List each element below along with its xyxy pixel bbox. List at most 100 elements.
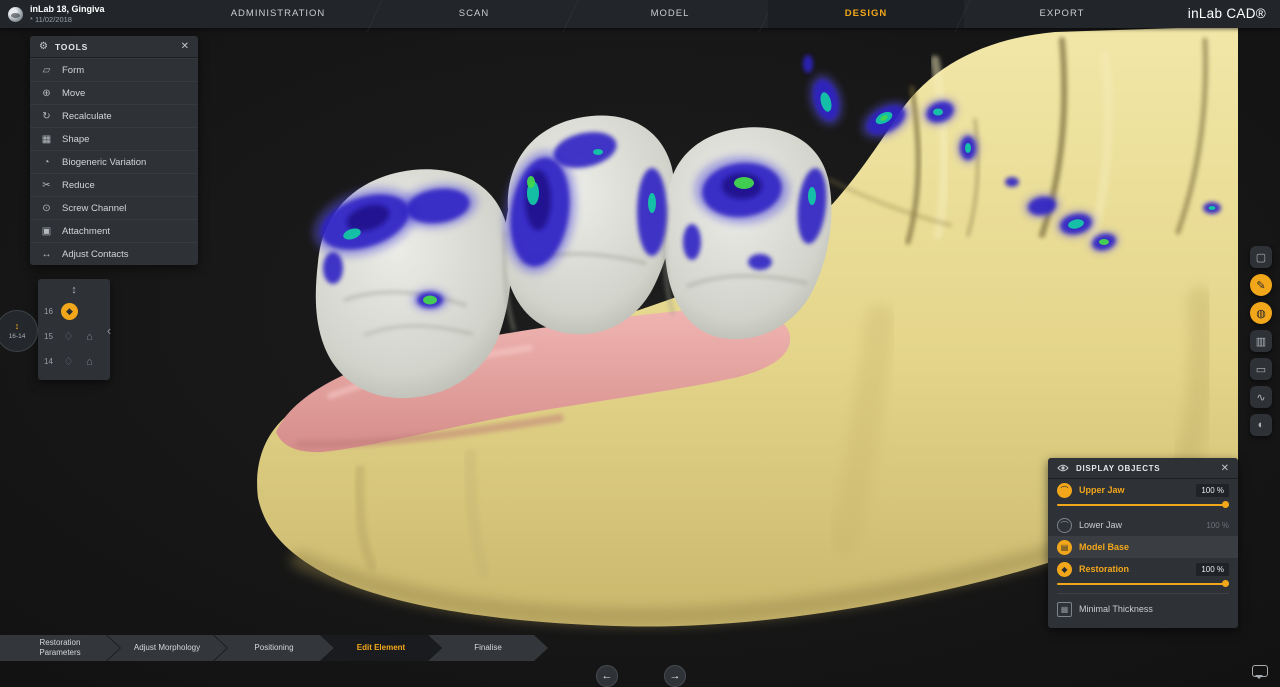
divider xyxy=(1057,593,1229,594)
lower-jaw-opacity-value: 100 % xyxy=(1206,521,1229,530)
tool-item-biogeneric-variation[interactable]: ◔ Biogeneric Variation xyxy=(30,150,198,173)
wrench-icon: ⚙ xyxy=(39,41,48,52)
tooth-number-15: 15 xyxy=(44,332,55,341)
display-row-lower-jaw[interactable]: ⌒ Lower Jaw 100 % xyxy=(1048,514,1238,536)
tools-close-icon[interactable]: ✕ xyxy=(181,41,189,52)
phase-finalise[interactable]: Finalise xyxy=(428,635,548,661)
restoration-opacity-value: 100 % xyxy=(1196,563,1229,576)
app-logo-icon xyxy=(8,7,23,22)
tool-item-recalculate[interactable]: ↻ Recalculate xyxy=(30,104,198,127)
tab-design[interactable]: DESIGN xyxy=(768,0,964,28)
tool-item-adjust-contacts[interactable]: ↔ Adjust Contacts xyxy=(30,242,198,265)
display-objects-close-icon[interactable]: ✕ xyxy=(1221,463,1229,474)
pencil-icon: ✎ xyxy=(1256,279,1265,292)
curve-icon: ∿ xyxy=(1256,391,1265,404)
analysis-tool-button[interactable]: ◍ xyxy=(1250,302,1272,324)
shading-button[interactable]: ◐ xyxy=(1250,414,1272,436)
display-objects-header: DISPLAY OBJECTS ✕ xyxy=(1048,458,1238,479)
upper-jaw-icon: ⌒ xyxy=(1057,483,1072,498)
lower-jaw-icon: ⌒ xyxy=(1057,518,1072,533)
restoration-icon: ◆ xyxy=(1057,562,1072,577)
tool-item-shape[interactable]: ▦ Shape xyxy=(30,127,198,150)
arrow-right-icon: → xyxy=(670,670,681,682)
form-icon: ▱ xyxy=(40,65,53,76)
edit-tool-button[interactable]: ✎ xyxy=(1250,274,1272,296)
app-root: inLab 18, Gingiva * 11/02/2018 ADMINISTR… xyxy=(0,0,1280,687)
tool-item-reduce[interactable]: ✂ Reduce xyxy=(30,173,198,196)
minimal-thickness-icon: ▦ xyxy=(1057,602,1072,617)
tooth-row-14: 14 ♢ ⌂ xyxy=(44,349,104,374)
recalculate-icon: ↻ xyxy=(40,111,53,122)
tool-item-move[interactable]: ⊕ Move xyxy=(30,81,198,104)
adjust-contacts-icon: ↔ xyxy=(40,249,53,260)
phase-adjust-morphology[interactable]: Adjust Morphology xyxy=(107,635,227,661)
restoration-opacity-slider[interactable] xyxy=(1057,580,1229,588)
tab-administration[interactable]: ADMINISTRATION xyxy=(180,0,376,28)
tab-export[interactable]: EXPORT xyxy=(964,0,1160,28)
view-tool-button[interactable]: ▢ xyxy=(1250,246,1272,268)
tooth-row-15: 15 ♢ ⌂ xyxy=(44,324,104,349)
tool-item-screw-channel[interactable]: ⊙ Screw Channel xyxy=(30,196,198,219)
phase-bar: Restoration Parameters Adjust Morphology… xyxy=(0,635,548,661)
eye-icon xyxy=(1057,464,1069,472)
previous-step-button[interactable]: ← xyxy=(596,665,618,687)
tools-panel-title: TOOLS xyxy=(55,42,88,52)
tooth-selector-panel: ↕ 16 ◆ 15 ♢ ⌂ 14 ♢ ⌂ xyxy=(38,279,110,380)
tooth-14-anatomy-icon[interactable]: ♢ xyxy=(61,355,76,368)
top-bar: inLab 18, Gingiva * 11/02/2018 ADMINISTR… xyxy=(0,0,1280,28)
model-base-icon: ▤ xyxy=(1057,540,1072,555)
brand-logo: inLab CAD® xyxy=(1188,0,1266,28)
contact-analysis-icon: ◍ xyxy=(1256,307,1266,320)
tooth-range-label: 16-14 xyxy=(9,333,26,340)
tooth-16-crown-icon[interactable]: ◆ xyxy=(61,303,78,320)
project-date: * 11/02/2018 xyxy=(30,16,105,24)
window-icon: ▭ xyxy=(1256,363,1266,376)
tooth-15-crown-icon[interactable]: ⌂ xyxy=(82,331,97,343)
tooth-15-anatomy-icon[interactable]: ♢ xyxy=(61,330,76,343)
tools-panel-header: ⚙ TOOLS ✕ xyxy=(30,36,198,58)
display-row-upper-jaw[interactable]: ⌒ Upper Jaw 100 % xyxy=(1048,479,1238,501)
contacts-header-icon: ↕ xyxy=(44,284,104,296)
main-nav: ADMINISTRATION SCAN MODEL DESIGN EXPORT xyxy=(180,0,1160,28)
slider-thumb[interactable] xyxy=(1222,580,1229,587)
phase-restoration-parameters[interactable]: Restoration Parameters xyxy=(0,635,120,661)
phase-positioning[interactable]: Positioning xyxy=(214,635,334,661)
screen-button[interactable]: ▭ xyxy=(1250,358,1272,380)
tooth-14-crown-icon[interactable]: ⌂ xyxy=(82,356,97,368)
slider-thumb[interactable] xyxy=(1222,501,1229,508)
upper-jaw-opacity-value: 100 % xyxy=(1196,484,1229,497)
contact-badge-icon: ↕ xyxy=(15,322,20,331)
upper-jaw-opacity-slider[interactable] xyxy=(1057,501,1229,509)
panel-collapse-chevron[interactable]: ‹ xyxy=(103,317,115,343)
project-info: inLab 18, Gingiva * 11/02/2018 xyxy=(0,4,180,24)
tooth-number-14: 14 xyxy=(44,357,55,366)
biogeneric-variation-icon: ◔ xyxy=(40,157,53,168)
display-objects-title: DISPLAY OBJECTS xyxy=(1076,464,1160,473)
spline-button[interactable]: ∿ xyxy=(1250,386,1272,408)
slider-track xyxy=(1057,583,1229,585)
project-title: inLab 18, Gingiva xyxy=(30,4,105,15)
arrow-left-icon: ← xyxy=(602,670,613,682)
copy-view-button[interactable]: ▥ xyxy=(1250,330,1272,352)
slider-track xyxy=(1057,504,1229,506)
tooth-row-16: 16 ◆ xyxy=(44,299,104,324)
tool-item-form[interactable]: ▱ Form xyxy=(30,58,198,81)
tab-scan[interactable]: SCAN xyxy=(376,0,572,28)
tooth-number-16: 16 xyxy=(44,307,55,316)
display-objects-panel: DISPLAY OBJECTS ✕ ⌒ Upper Jaw 100 % ⌒ Lo… xyxy=(1048,458,1238,628)
next-step-button[interactable]: → xyxy=(664,665,686,687)
reduce-icon: ✂ xyxy=(40,180,53,191)
shape-icon: ▦ xyxy=(40,134,53,145)
shade-icon: ◐ xyxy=(1258,419,1265,431)
attachment-icon: ▣ xyxy=(40,226,53,237)
chat-bubble-icon[interactable] xyxy=(1252,665,1268,677)
display-row-model-base[interactable]: ▤ Model Base xyxy=(1048,536,1238,558)
display-row-restoration[interactable]: ◆ Restoration 100 % xyxy=(1048,558,1238,580)
display-row-minimal-thickness[interactable]: ▦ Minimal Thickness xyxy=(1048,598,1238,620)
tab-model[interactable]: MODEL xyxy=(572,0,768,28)
screw-channel-icon: ⊙ xyxy=(40,203,53,214)
tools-panel: ⚙ TOOLS ✕ ▱ Form ⊕ Move ↻ Recalculate ▦ … xyxy=(30,36,198,265)
tool-item-attachment[interactable]: ▣ Attachment xyxy=(30,219,198,242)
right-toolbar: ▢ ✎ ◍ ▥ ▭ ∿ ◐ xyxy=(1250,246,1272,436)
phase-edit-element[interactable]: Edit Element xyxy=(321,635,441,661)
